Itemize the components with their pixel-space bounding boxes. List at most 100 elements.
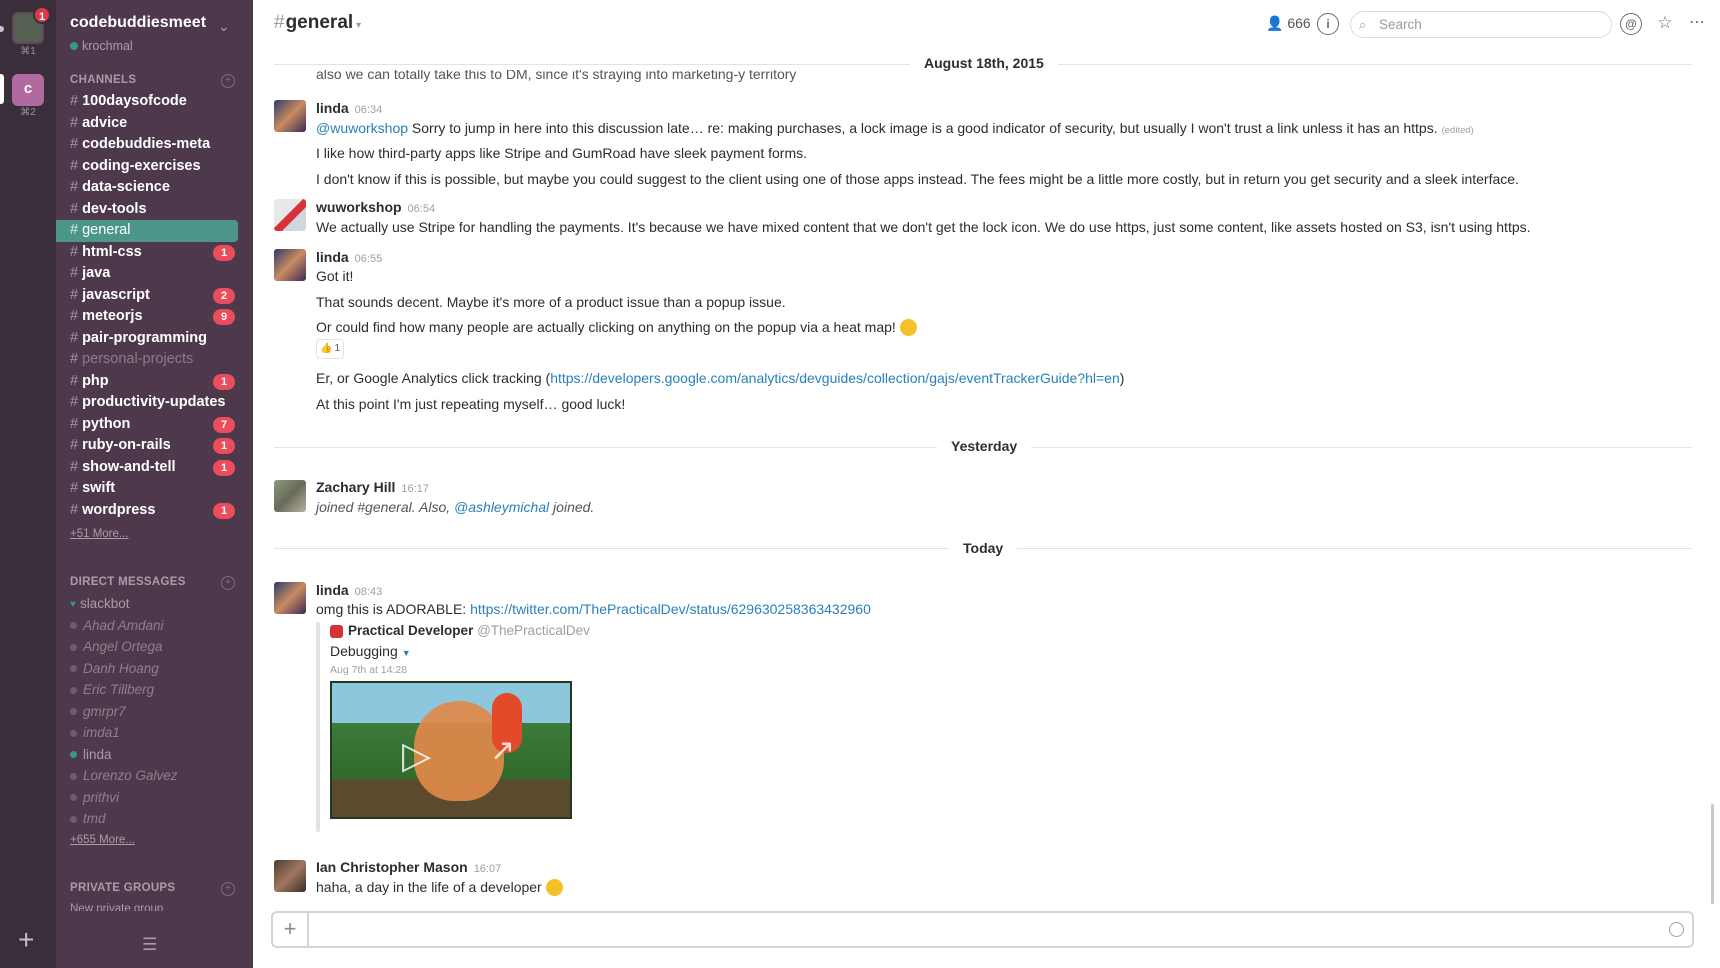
add-team-icon[interactable]: +	[18, 926, 34, 954]
add-channel-icon[interactable]: +	[221, 74, 235, 88]
twitter-source-icon	[330, 624, 343, 638]
sidebar-channel-personal-projects[interactable]: # personal-projects	[56, 349, 253, 371]
sidebar-channel-general[interactable]: # general	[56, 220, 238, 242]
direct-messages-header[interactable]: DIRECT MESSAGES	[70, 576, 186, 588]
sidebar-dm-lorenzo-galvez[interactable]: Lorenzo Galvez	[56, 765, 253, 787]
sidebar-channel-pair-programming[interactable]: # pair-programming	[56, 328, 253, 350]
user-mention[interactable]: @wuworkshop	[316, 120, 408, 136]
sidebar-channel-javascript[interactable]: # javascript 2	[56, 285, 253, 307]
star-icon[interactable]: ☆	[1654, 13, 1676, 35]
attach-plus-icon[interactable]: +	[273, 913, 309, 946]
dm-label: Angel Ortega	[83, 639, 163, 654]
emoji-picker-icon[interactable]	[1669, 922, 1684, 937]
team-indicator	[0, 26, 4, 32]
sidebar-dm-prithvi[interactable]: prithvi	[56, 787, 253, 809]
join-message: joined #general. Also, @ashleymichal joi…	[316, 499, 594, 515]
sidebar-channel-php[interactable]: # php 1	[56, 371, 253, 393]
search-placeholder: Search	[1379, 17, 1422, 32]
sidebar-dm-angel-ortega[interactable]: Angel Ortega	[56, 636, 253, 658]
channels-header[interactable]: CHANNELS	[70, 74, 136, 86]
member-count[interactable]: 👤 666	[1266, 15, 1311, 32]
avatar[interactable]	[274, 100, 306, 132]
sidebar-channel-show-and-tell[interactable]: # show-and-tell 1	[56, 457, 253, 479]
timestamp[interactable]: 06:55	[355, 253, 383, 265]
sidebar-dm-eric-tillberg[interactable]: Eric Tillberg	[56, 679, 253, 701]
sidebar-channel-swift[interactable]: # swift	[56, 478, 253, 500]
avatar[interactable]	[274, 249, 306, 281]
sidebar-channel-html-css[interactable]: # html-css 1	[56, 242, 253, 264]
attachment-video[interactable]: ▷ ↗	[330, 681, 572, 819]
external-link-icon[interactable]: ↗	[490, 733, 515, 768]
sidebar-channel-meteorjs[interactable]: # meteorjs 9	[56, 306, 253, 328]
add-dm-icon[interactable]: +	[221, 576, 235, 590]
more-icon[interactable]: ⋯	[1686, 13, 1708, 35]
user-mention[interactable]: @ashleymichal	[454, 499, 549, 515]
timestamp[interactable]: 16:17	[401, 483, 429, 495]
message-text: @wuworkshop Sorry to jump in here into t…	[316, 120, 1474, 136]
message-author[interactable]: wuworkshop 06:54	[316, 199, 435, 215]
message-author[interactable]: linda 06:34	[316, 100, 382, 116]
sidebar-dm-imda1[interactable]: imda1	[56, 722, 253, 744]
info-icon[interactable]: i	[1317, 13, 1339, 35]
sidebar-dm-gmrpr7[interactable]: gmrpr7	[56, 701, 253, 723]
attachment-author[interactable]: Practical Developer @ThePracticalDev	[330, 623, 590, 638]
sidebar-channel-100daysofcode[interactable]: #100daysofcode	[56, 91, 253, 113]
add-group-icon[interactable]: +	[221, 882, 235, 896]
avatar[interactable]	[274, 199, 306, 231]
message-composer[interactable]: +	[271, 911, 1694, 948]
new-private-group-link[interactable]: New private group	[56, 899, 163, 911]
sidebar-channel-ruby-on-rails[interactable]: # ruby-on-rails 1	[56, 435, 253, 457]
avatar[interactable]	[274, 480, 306, 512]
sidebar-channel-advice[interactable]: # advice	[56, 113, 253, 135]
team-name[interactable]: codebuddiesmeet	[70, 14, 206, 32]
message-author[interactable]: linda 06:55	[316, 249, 382, 265]
timestamp[interactable]: 06:54	[408, 203, 436, 215]
team-icon-c[interactable]: c	[12, 74, 44, 106]
message-text: I like how third-party apps like Stripe …	[316, 145, 808, 161]
message-author[interactable]: Ian Christopher Mason 16:07	[316, 859, 501, 875]
message-link[interactable]: https://developers.google.com/analytics/…	[550, 370, 1120, 386]
chevron-down-icon[interactable]: ⌄	[218, 18, 230, 35]
quick-switcher-icon[interactable]: ☰	[142, 935, 157, 955]
channel-title[interactable]: #general ▾	[274, 12, 361, 34]
unread-badge: 9	[213, 309, 235, 325]
message-author[interactable]: Zachary Hill 16:17	[316, 479, 429, 495]
timestamp[interactable]: 06:34	[355, 104, 383, 116]
mentions-icon[interactable]: @	[1620, 13, 1642, 35]
message-body: Or could find how many people are actual…	[316, 319, 896, 335]
message-author[interactable]: linda 08:43	[316, 582, 382, 598]
current-user[interactable]: krochmal	[70, 39, 133, 53]
tweet-link[interactable]: https://twitter.com/ThePracticalDev/stat…	[470, 601, 871, 617]
sidebar-channel-codebuddies-meta[interactable]: # codebuddies-meta	[56, 134, 253, 156]
unread-badge: 1	[213, 459, 235, 476]
sidebar-dm-danh-hoang[interactable]: Danh Hoang	[56, 658, 253, 680]
sidebar-channel-coding-exercises[interactable]: # coding-exercises	[56, 156, 253, 178]
more-channels-link[interactable]: +51 More...	[56, 524, 129, 544]
avatar[interactable]	[274, 582, 306, 614]
sidebar-channel-java[interactable]: # java	[56, 263, 253, 285]
attachment-text[interactable]: Debugging ▼	[330, 643, 411, 659]
sidebar-channel-data-science[interactable]: # data-science	[56, 177, 253, 199]
day-label: Yesterday	[937, 438, 1032, 454]
sidebar-dm-slackbot[interactable]: ♥ slackbot	[56, 593, 253, 615]
dm-label: Ahad Amdani	[83, 617, 164, 633]
private-groups-header[interactable]: PRIVATE GROUPS	[70, 882, 175, 894]
timestamp[interactable]: 08:43	[355, 586, 383, 598]
channel-label: coding-exercises	[82, 157, 201, 174]
dm-list: ♥ slackbot Ahad Amdani Angel Ortega Danh Hoa…	[56, 593, 253, 830]
more-dms-link[interactable]: +655 More...	[56, 830, 135, 850]
reaction-thumbsup[interactable]: 👍 1	[316, 339, 344, 359]
search-input[interactable]: ⌕ Search	[1350, 11, 1612, 38]
sidebar-dm-tmd[interactable]: tmd	[56, 808, 253, 830]
sidebar-channel-python[interactable]: # python 7	[56, 414, 253, 436]
sidebar-dm-ahad-amdani[interactable]: Ahad Amdani	[56, 615, 253, 637]
play-icon[interactable]: ▷	[402, 733, 431, 778]
sidebar-dm-linda[interactable]: linda	[56, 744, 253, 766]
avatar[interactable]	[274, 860, 306, 892]
sidebar-channel-dev-tools[interactable]: # dev-tools	[56, 199, 253, 221]
scrollbar[interactable]	[1711, 804, 1714, 904]
timestamp[interactable]: 16:07	[474, 863, 502, 875]
sidebar-channel-wordpress[interactable]: # wordpress 1	[56, 500, 253, 522]
sidebar-channel-productivity-updates[interactable]: # productivity-updates	[56, 392, 253, 414]
hash-icon: #	[70, 157, 79, 174]
